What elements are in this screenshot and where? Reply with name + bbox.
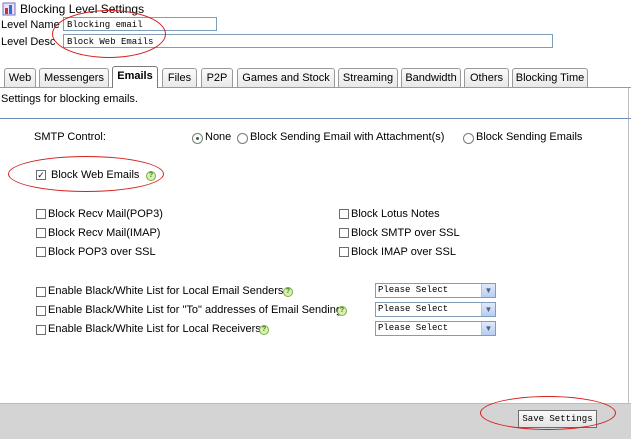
level-name-label: Level Name xyxy=(1,19,60,31)
list-senders-select-value: Please Select xyxy=(378,285,449,295)
block-pop3-checkbox[interactable] xyxy=(36,209,46,219)
tab-others[interactable]: Others xyxy=(464,68,509,87)
list-senders-label: Enable Black/White List for Local Email … xyxy=(48,285,284,297)
tab-files[interactable]: Files xyxy=(162,68,197,87)
block-pop3-ssl-checkbox[interactable] xyxy=(36,247,46,257)
help-icon[interactable]: ? xyxy=(283,287,293,297)
tab-streaming[interactable]: Streaming xyxy=(338,68,398,87)
list-to-addresses-checkbox[interactable] xyxy=(36,306,46,316)
smtp-radio-block-sending[interactable] xyxy=(463,133,474,144)
chevron-down-icon[interactable]: ▼ xyxy=(481,284,495,297)
tab-web[interactable]: Web xyxy=(4,68,36,87)
smtp-radio-block-sending-label: Block Sending Emails xyxy=(476,131,583,143)
block-imap-ssl-checkbox[interactable] xyxy=(339,247,349,257)
list-receivers-select-value: Please Select xyxy=(378,323,449,333)
smtp-radio-none[interactable] xyxy=(192,133,203,144)
block-lotus-notes-checkbox[interactable] xyxy=(339,209,349,219)
chevron-down-icon[interactable]: ▼ xyxy=(481,322,495,335)
level-desc-label: Level Desc xyxy=(1,36,56,48)
block-smtp-ssl-checkbox[interactable] xyxy=(339,228,349,238)
tab-underline xyxy=(0,87,631,88)
smtp-radio-block-attachments-label: Block Sending Email with Attachment(s) xyxy=(250,131,445,143)
block-imap-checkbox[interactable] xyxy=(36,228,46,238)
tab-games-and-stock[interactable]: Games and Stock xyxy=(237,68,335,87)
list-receivers-select[interactable]: Please Select ▼ xyxy=(375,321,496,336)
panel-subtitle: Settings for blocking emails. xyxy=(1,93,138,105)
tab-emails[interactable]: Emails xyxy=(112,66,158,88)
help-icon[interactable]: ? xyxy=(259,325,269,335)
list-senders-checkbox[interactable] xyxy=(36,287,46,297)
smtp-radio-none-label: None xyxy=(205,131,232,143)
smtp-radio-block-attachments[interactable] xyxy=(237,133,248,144)
list-to-addresses-label: Enable Black/White List for "To" address… xyxy=(48,304,342,316)
tab-p2p[interactable]: P2P xyxy=(201,68,233,87)
help-icon[interactable]: ? xyxy=(337,306,347,316)
list-to-addresses-select-value: Please Select xyxy=(378,304,449,314)
list-senders-select[interactable]: Please Select ▼ xyxy=(375,283,496,298)
annotation-circle xyxy=(480,396,616,430)
divider xyxy=(0,118,631,119)
block-pop3-label: Block Recv Mail(POP3) xyxy=(48,208,163,220)
chevron-down-icon[interactable]: ▼ xyxy=(481,303,495,316)
block-pop3-ssl-label: Block POP3 over SSL xyxy=(48,246,156,258)
tab-bandwidth[interactable]: Bandwidth xyxy=(401,68,461,87)
tab-blocking-time[interactable]: Blocking Time xyxy=(512,68,588,87)
list-receivers-label: Enable Black/White List for Local Receiv… xyxy=(48,323,261,335)
shield-icon xyxy=(2,2,16,16)
block-lotus-notes-label: Block Lotus Notes xyxy=(351,208,440,220)
list-receivers-checkbox[interactable] xyxy=(36,325,46,335)
list-to-addresses-select[interactable]: Please Select ▼ xyxy=(375,302,496,317)
annotation-circle xyxy=(52,10,166,58)
tab-messengers[interactable]: Messengers xyxy=(39,68,109,87)
block-imap-label: Block Recv Mail(IMAP) xyxy=(48,227,161,239)
annotation-circle xyxy=(8,156,164,192)
block-smtp-ssl-label: Block SMTP over SSL xyxy=(351,227,460,239)
smtp-control-label: SMTP Control: xyxy=(34,131,106,143)
block-imap-ssl-label: Block IMAP over SSL xyxy=(351,246,456,258)
